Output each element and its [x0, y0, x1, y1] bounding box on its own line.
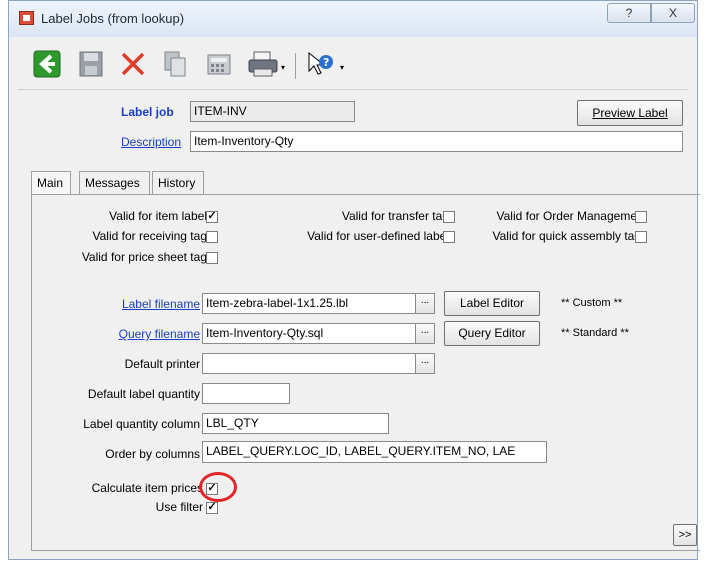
delete-icon[interactable]: [118, 49, 148, 79]
valid-order-management-label: Valid for Order Management: [496, 209, 647, 223]
description-field[interactable]: Item-Inventory-Qty: [190, 131, 683, 152]
label-status-text: ** Custom **: [561, 297, 623, 309]
label-editor-button[interactable]: Label Editor: [444, 291, 540, 316]
valid-price-sheet-tags-checkbox[interactable]: [206, 252, 218, 264]
label-filename-browse-button[interactable]: ...: [415, 293, 435, 314]
query-filename-text: Query filename: [118, 327, 200, 341]
valid-item-labels-checkbox[interactable]: ✓: [206, 211, 218, 223]
label-jobs-window: Label Jobs (from lookup) ? X ▾ ? ▾ Label…: [8, 0, 700, 560]
save-icon[interactable]: [76, 49, 106, 79]
preview-label-button[interactable]: Preview Label: [577, 100, 683, 126]
query-filename-label: Query filename: [119, 327, 200, 341]
description-label: Description: [121, 135, 182, 149]
label-filename-field[interactable]: Item-zebra-label-1x1.25.lbl: [202, 293, 416, 314]
calc-prices-label: Calculate item prices: [91, 481, 203, 495]
more-button[interactable]: >>: [673, 524, 697, 546]
valid-user-defined-labels-label: Valid for user-defined labels: [307, 229, 455, 243]
toolbar-separator: [295, 53, 296, 79]
valid-order-management-checkbox[interactable]: [635, 211, 647, 223]
valid-quick-assembly-label: Valid for quick assembly tags: [492, 229, 647, 243]
default-qty-field[interactable]: [202, 383, 290, 404]
use-filter-label: Use filter: [155, 500, 203, 514]
app-icon: [19, 11, 34, 25]
query-filename-field[interactable]: Item-Inventory-Qty.sql: [202, 323, 416, 344]
help-dropdown-icon[interactable]: ▾: [340, 63, 344, 72]
query-editor-button[interactable]: Query Editor: [444, 321, 540, 346]
default-printer-field[interactable]: [202, 353, 416, 374]
label-job-field[interactable]: ITEM-INV: [190, 101, 355, 122]
check-mark: ✓: [207, 501, 217, 513]
svg-text:?: ?: [323, 56, 329, 69]
valid-price-sheet-tags-label: Valid for price sheet tags: [81, 250, 213, 264]
query-filename-browse-button[interactable]: ...: [415, 323, 435, 344]
preview-label-text: Preview Label: [592, 106, 668, 120]
help-button[interactable]: ?: [607, 3, 651, 23]
tab-history[interactable]: History: [152, 171, 204, 195]
valid-quick-assembly-checkbox[interactable]: [635, 231, 647, 243]
qty-column-field[interactable]: LBL_QTY: [202, 413, 389, 434]
help-pointer-icon[interactable]: ?: [305, 49, 335, 79]
valid-user-defined-labels-checkbox[interactable]: [443, 231, 455, 243]
window-title: Label Jobs (from lookup): [41, 11, 185, 26]
valid-transfer-tags-label: Valid for transfer tags: [341, 209, 455, 223]
toolbar: ▾ ? ▾: [18, 41, 688, 90]
highlight-circle: [199, 472, 237, 502]
copy-icon[interactable]: [160, 49, 190, 79]
label-filename-text: Label filename: [121, 297, 200, 311]
order-by-label: Order by columns: [105, 447, 200, 461]
check-mark: ✓: [207, 210, 217, 222]
close-button[interactable]: X: [651, 3, 695, 23]
tab-messages[interactable]: Messages: [79, 171, 150, 195]
query-status-text: ** Standard **: [561, 327, 629, 339]
back-arrow-icon[interactable]: [32, 49, 62, 79]
valid-receiving-tags-label: Valid for receiving tags: [92, 229, 213, 243]
label-filename-label: Label filename: [122, 297, 200, 311]
valid-transfer-tags-checkbox[interactable]: [443, 211, 455, 223]
title-bar: Label Jobs (from lookup) ? X: [9, 1, 697, 37]
valid-receiving-tags-checkbox[interactable]: [206, 231, 218, 243]
default-printer-label: Default printer: [124, 357, 200, 371]
tab-main[interactable]: Main: [31, 171, 71, 195]
use-filter-checkbox[interactable]: ✓: [206, 502, 218, 514]
qty-column-label: Label quantity column: [83, 417, 200, 431]
main-panel: Valid for item labels ✓ Valid for receiv…: [31, 194, 700, 551]
calculator-icon[interactable]: [204, 49, 234, 79]
default-qty-label: Default label quantity: [87, 387, 200, 401]
order-by-field[interactable]: LABEL_QUERY.LOC_ID, LABEL_QUERY.ITEM_NO,…: [202, 441, 547, 463]
label-job-label: Label job: [121, 105, 174, 119]
default-printer-browse-button[interactable]: ...: [415, 353, 435, 374]
valid-item-labels-label: Valid for item labels: [109, 209, 213, 223]
printer-icon[interactable]: [246, 49, 278, 79]
printer-dropdown-icon[interactable]: ▾: [281, 63, 285, 72]
